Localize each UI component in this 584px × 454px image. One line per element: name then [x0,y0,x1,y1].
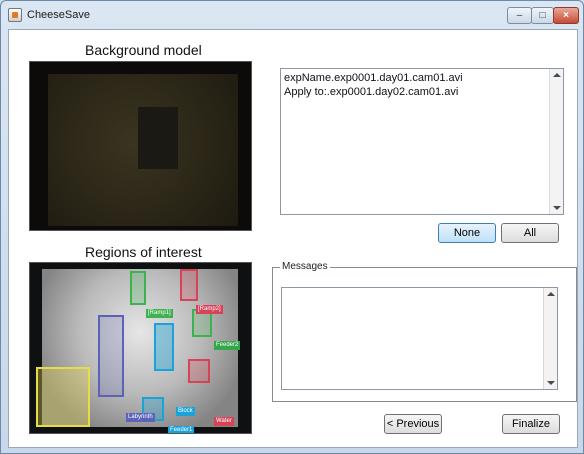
none-button[interactable]: None [438,223,496,243]
roi-tag-labyrinth: Labyrinth [126,413,155,422]
previous-button[interactable]: < Previous [384,414,442,434]
messages-group: Messages [272,261,577,402]
scroll-down-arrow-icon[interactable] [553,206,561,210]
file-list-scrollbar[interactable] [549,69,563,214]
roi-tag-water: Water [214,417,234,426]
finalize-button[interactable]: Finalize [502,414,560,434]
file-list[interactable]: expName.exp0001.day01.cam01.avi Apply to… [280,68,564,215]
roi-region-labyrinth [98,315,124,397]
roi-region-ramp1 [130,271,146,305]
minimize-button[interactable]: – [507,7,532,24]
roi-tag-ramp2: [Ramp2] [196,305,223,314]
app-icon [8,8,22,22]
main-panel: Background model Regions of interest [Ra… [8,29,578,448]
roi-tag-feeder2: Feeder2 [214,341,241,350]
title-bar: CheeseSave – □ × [1,1,583,29]
window-title: CheeseSave [27,9,90,21]
scroll-down-arrow-icon[interactable] [547,381,555,385]
file-list-item[interactable]: Apply to:.exp0001.day02.cam01.avi [284,86,458,98]
background-model-image [29,61,252,231]
background-block [138,107,178,169]
roi-region-start [36,367,90,427]
roi-region-water [188,359,210,383]
messages-label: Messages [280,261,330,272]
messages-textarea[interactable] [281,287,558,390]
roi-tag-feeder1: Feeder1 [168,426,195,433]
close-button[interactable]: × [553,7,579,24]
roi-tag-ramp1: [Ramp1] [146,309,173,318]
maximize-button[interactable]: □ [531,7,554,24]
all-button[interactable]: All [501,223,559,243]
scroll-up-arrow-icon[interactable] [553,73,561,77]
roi-tag-block: Block [176,407,195,416]
file-list-item[interactable]: expName.exp0001.day01.cam01.avi [284,72,463,84]
roi-image: [Ramp1] [Ramp2] Feeder2 Labyrinth Block … [29,262,252,434]
background-model-title: Background model [85,42,202,58]
messages-scrollbar[interactable] [543,288,557,389]
roi-region-block [154,323,174,371]
regions-of-interest-title: Regions of interest [85,244,202,260]
scroll-up-arrow-icon[interactable] [547,292,555,296]
roi-region-ramp2 [180,269,198,301]
app-window: CheeseSave – □ × Background model Region… [0,0,584,454]
